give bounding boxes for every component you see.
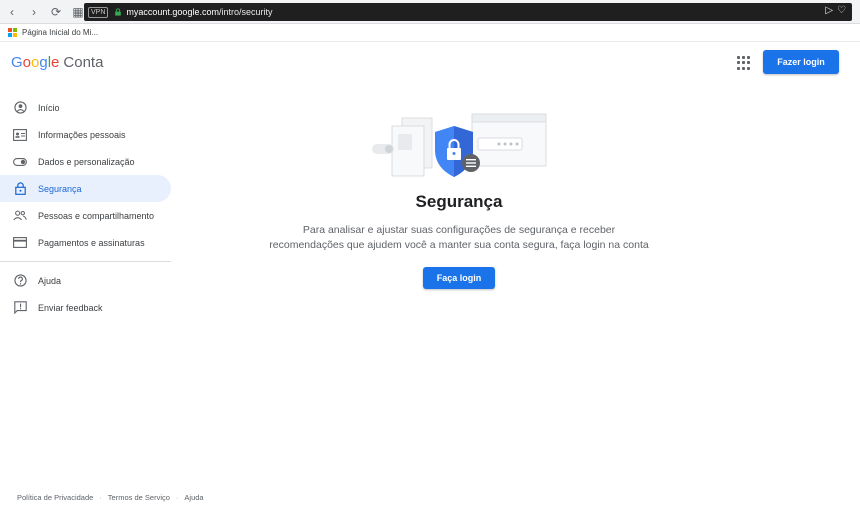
sidebar-item-label: Pagamentos e assinaturas [38, 237, 145, 248]
main-login-button[interactable]: Faça login [423, 267, 495, 289]
secure-lock-icon [115, 8, 122, 16]
sidebar-nav: Início Informações pessoais Dados e pers… [0, 94, 172, 321]
app-header: Google Conta Fazer login [0, 43, 860, 83]
brand-suffix: Conta [63, 54, 104, 71]
sidebar-item-dados-personalizacao[interactable]: Dados e personalização [0, 148, 171, 175]
address-bar[interactable]: VPN myaccount.google.com/intro/security … [84, 3, 852, 21]
sidebar-item-enviar-feedback[interactable]: Enviar feedback [0, 294, 171, 321]
bookmark-item[interactable]: Página Inicial do Mi... [22, 28, 98, 37]
page-title: Segurança [415, 192, 503, 211]
sidebar-item-label: Pessoas e compartilhamento [38, 210, 155, 221]
sidebar-item-label: Dados e personalização [38, 156, 135, 167]
sidebar-item-informacoes-pessoais[interactable]: Informações pessoais [0, 121, 171, 148]
header-login-button[interactable]: Fazer login [763, 50, 839, 74]
security-illustration [372, 113, 547, 177]
feedback-icon [13, 301, 27, 315]
sidebar-divider [0, 261, 171, 262]
id-card-icon [13, 128, 27, 142]
help-icon [13, 274, 27, 288]
footer-privacy-link[interactable]: Política de Privacidade [17, 493, 93, 502]
footer-separator: · [175, 493, 179, 502]
sidebar-item-label: Segurança [38, 183, 82, 194]
sidebar-item-label: Informações pessoais [38, 129, 126, 140]
description-line-2: recomendações que ajudem você a manter s… [269, 239, 649, 251]
sidebar-item-label: Início [38, 102, 60, 113]
url-host: myaccount.google.com [126, 7, 219, 17]
sidebar-item-label: Enviar feedback [38, 302, 103, 313]
browser-toolbar: ‹ › ⟳ ▦ VPN myaccount.google.com/intro/s… [0, 0, 860, 24]
sidebar-item-label: Ajuda [38, 275, 62, 286]
send-icon[interactable]: ▷ [825, 5, 833, 16]
people-icon [13, 209, 27, 223]
heart-icon[interactable]: ♡ [837, 5, 846, 16]
sidebar-item-ajuda[interactable]: Ajuda [0, 267, 171, 294]
sidebar-item-inicio[interactable]: Início [0, 94, 171, 121]
reload-icon[interactable]: ⟳ [46, 2, 66, 22]
footer-terms-link[interactable]: Termos de Serviço [108, 493, 170, 502]
google-account-logo[interactable]: Google Conta [11, 54, 103, 71]
vpn-badge[interactable]: VPN [88, 6, 109, 18]
account-circle-icon [13, 101, 27, 115]
url-path: /intro/security [218, 7, 273, 17]
apps-grid-icon[interactable] [737, 56, 751, 70]
sidebar-item-pessoas-compartilhamento[interactable]: Pessoas e compartilhamento [0, 202, 171, 229]
toggle-icon [13, 155, 27, 169]
bookmarks-bar: Página Inicial do Mi... [0, 24, 860, 42]
footer: Política de Privacidade · Termos de Serv… [17, 493, 204, 502]
sidebar-item-seguranca[interactable]: Segurança [0, 175, 171, 202]
credit-card-icon [13, 236, 27, 250]
google-wordmark: Google [11, 54, 60, 71]
page-description: Para analisar e ajustar suas configuraçõ… [172, 223, 746, 253]
lock-icon [13, 182, 27, 196]
description-line-1: Para analisar e ajustar suas configuraçõ… [302, 224, 616, 236]
footer-separator: · [99, 493, 102, 502]
forward-icon[interactable]: › [24, 2, 44, 22]
url-text: myaccount.google.com/intro/security [126, 7, 272, 17]
footer-help-link[interactable]: Ajuda [184, 493, 203, 502]
microsoft-logo-icon [8, 28, 17, 37]
back-icon[interactable]: ‹ [2, 2, 22, 22]
sidebar-item-pagamentos-assinaturas[interactable]: Pagamentos e assinaturas [0, 229, 171, 256]
